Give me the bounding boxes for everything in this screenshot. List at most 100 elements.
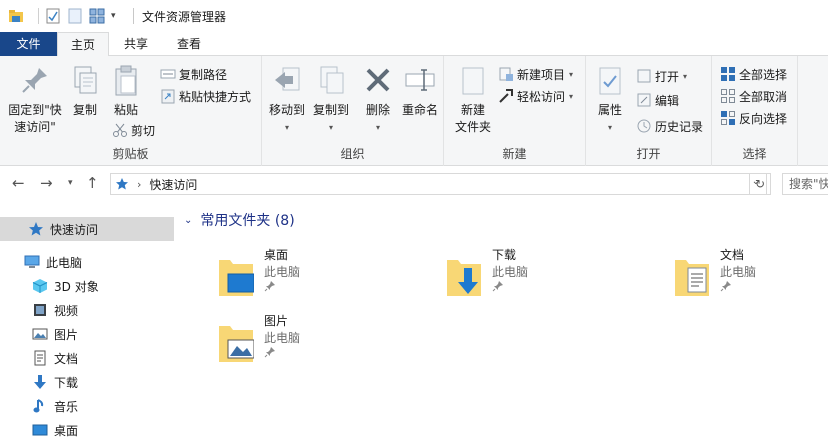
navigation-bar: ← → ▾ ↑ › 快速访问 ⌄ ↻ 搜索"快 [0, 166, 828, 202]
easy-access-label: 轻松访问 [517, 89, 566, 104]
frequent-folders-header[interactable]: ⌄ 常用文件夹 (8) [184, 210, 295, 230]
nav-item-3d-objects[interactable]: 3D 对象 [0, 274, 174, 298]
up-arrow-icon[interactable]: ↑ [86, 174, 99, 192]
music-icon [32, 398, 48, 414]
folder-tile-downloads[interactable]: 下载 此电脑 [446, 246, 666, 306]
tab-share[interactable]: 共享 [112, 32, 160, 56]
open-button[interactable]: 打开 ▾ [636, 66, 687, 86]
paste-shortcut-label: 粘贴快捷方式 [179, 89, 252, 104]
customize-toolbar-chevron-icon[interactable]: ▾ [111, 8, 121, 24]
tab-file[interactable]: 文件 [0, 32, 57, 56]
cube-icon [32, 278, 48, 294]
properties-quick-icon[interactable] [45, 8, 61, 24]
pin-to-quick-access-button[interactable]: 固定到"快 速访问" [4, 64, 66, 136]
forward-arrow-icon[interactable]: → [40, 174, 53, 192]
tab-home[interactable]: 主页 [57, 32, 109, 57]
select-none-icon [720, 88, 736, 104]
easy-access-chevron-icon: ▾ [569, 91, 574, 101]
toolbar-divider [38, 8, 39, 24]
open-group-label: 打开 [636, 147, 661, 161]
cut-button[interactable]: 剪切 [112, 120, 155, 140]
pinned-icon [720, 280, 732, 292]
window-title: 文件资源管理器 [142, 9, 227, 24]
copy-to-label: 复制到 [312, 103, 349, 117]
move-to-button[interactable]: 移动到 ▾ [266, 64, 308, 136]
back-arrow-icon[interactable]: ← [12, 174, 25, 192]
paste-shortcut-button[interactable]: 粘贴快捷方式 [160, 86, 251, 106]
title-bar: ▾ 文件资源管理器 [0, 0, 828, 32]
history-icon [636, 118, 652, 134]
search-input[interactable]: 搜索"快 [782, 173, 828, 195]
new-folder-quick-icon[interactable] [67, 8, 83, 24]
refresh-icon[interactable]: ↻ [749, 173, 771, 195]
edit-label: 编辑 [655, 93, 680, 108]
delete-button[interactable]: 删除 ▾ [360, 64, 396, 136]
download-icon [32, 374, 48, 390]
clipboard-group-label: 剪贴板 [112, 147, 149, 161]
breadcrumb-separator-icon[interactable]: › [137, 178, 141, 191]
copy-to-button[interactable]: 复制到 ▾ [310, 64, 352, 136]
nav-item-desktop[interactable]: 桌面 [0, 418, 174, 442]
folder-tile-pictures[interactable]: 图片 此电脑 [218, 312, 438, 372]
invert-selection-icon [720, 110, 736, 126]
pinned-icon [264, 280, 276, 292]
new-item-button[interactable]: 新建项目 ▾ [498, 64, 573, 84]
new-folder-label-line1: 新建 [460, 103, 485, 117]
navigation-pane: 快速访问 此电脑 3D 对象 视频 图片 文档 下载 音乐 桌面 [0, 202, 178, 448]
address-bar[interactable]: › 快速访问 ⌄ [110, 173, 767, 195]
copy-path-button[interactable]: 复制路径 [160, 64, 227, 84]
rename-icon [404, 64, 436, 98]
quick-access-star-icon [115, 177, 129, 191]
new-folder-label-line2: 文件夹 [454, 120, 491, 134]
copy-label: 复制 [72, 103, 97, 117]
edit-button[interactable]: 编辑 [636, 90, 679, 110]
pin-icon [19, 64, 51, 98]
paste-icon [110, 64, 142, 98]
properties-button[interactable]: 属性 ▾ [594, 64, 626, 136]
nav-item-videos[interactable]: 视频 [0, 298, 174, 322]
select-none-button[interactable]: 全部取消 [720, 86, 787, 106]
new-group: 新建 文件夹 新建项目 ▾ 轻松访问 ▾ 新建 [444, 56, 586, 166]
pinned-icon [264, 346, 276, 358]
select-group: 全部选择 全部取消 反向选择 选择 [712, 56, 798, 166]
delete-chevron-icon: ▾ [375, 123, 380, 132]
new-folder-button[interactable]: 新建 文件夹 [452, 64, 494, 136]
select-all-button[interactable]: 全部选择 [720, 64, 787, 84]
history-button[interactable]: 历史记录 [636, 116, 703, 136]
easy-access-button[interactable]: 轻松访问 ▾ [498, 86, 573, 106]
move-to-chevron-icon: ▾ [284, 123, 289, 132]
nav-item-music[interactable]: 音乐 [0, 394, 174, 418]
file-explorer-icon[interactable] [8, 8, 24, 24]
nav-label: 音乐 [54, 399, 79, 414]
collapse-chevron-icon[interactable]: ⌄ [184, 215, 192, 226]
address-path[interactable]: 快速访问 [149, 176, 197, 193]
new-item-label: 新建项目 [517, 67, 566, 82]
paste-button[interactable]: 粘贴 [108, 64, 144, 119]
copy-button[interactable]: 复制 [68, 64, 102, 119]
folder-location: 此电脑 [492, 265, 529, 279]
document-icon [32, 350, 48, 366]
recent-locations-chevron-icon[interactable]: ▾ [68, 178, 73, 188]
folder-tile-documents[interactable]: 文档 此电脑 [674, 246, 828, 306]
open-group: 属性 ▾ 打开 ▾ 编辑 历史记录 打开 [586, 56, 712, 166]
nav-item-quick-access[interactable]: 快速访问 [0, 217, 174, 241]
nav-item-documents[interactable]: 文档 [0, 346, 174, 370]
folder-tile-desktop[interactable]: 桌面 此电脑 [218, 246, 438, 306]
rename-button[interactable]: 重命名 [398, 64, 442, 119]
tab-view[interactable]: 查看 [163, 32, 215, 56]
computer-icon [24, 254, 40, 270]
select-none-label: 全部取消 [739, 89, 788, 104]
paste-label: 粘贴 [113, 103, 138, 117]
invert-selection-button[interactable]: 反向选择 [720, 108, 787, 128]
nav-label: 文档 [54, 351, 79, 366]
view-quick-icon[interactable] [89, 8, 105, 24]
nav-label: 3D 对象 [54, 279, 99, 294]
new-item-chevron-icon: ▾ [569, 69, 574, 79]
nav-item-downloads[interactable]: 下载 [0, 370, 174, 394]
nav-label: 快速访问 [50, 222, 99, 237]
nav-label: 视频 [54, 303, 79, 318]
new-item-icon [498, 66, 514, 82]
desktop-icon [32, 422, 48, 438]
nav-item-this-pc[interactable]: 此电脑 [0, 250, 174, 274]
nav-item-pictures[interactable]: 图片 [0, 322, 174, 346]
